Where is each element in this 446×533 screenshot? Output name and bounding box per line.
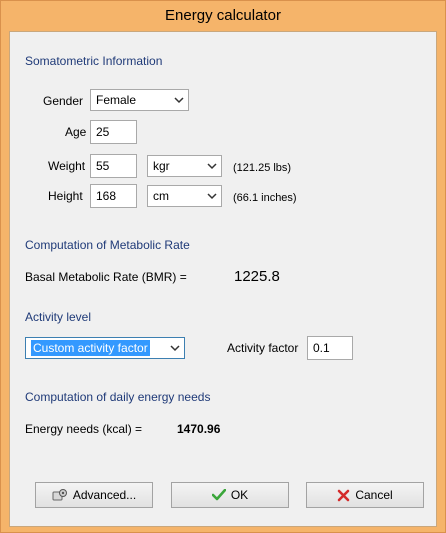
energy-needs-label: Energy needs (kcal) = bbox=[25, 422, 143, 436]
age-input[interactable]: 25 bbox=[90, 120, 137, 144]
somatometric-heading: Somatometric Information bbox=[25, 54, 163, 68]
dialog-content: Somatometric Information Gender Female A… bbox=[9, 31, 437, 527]
energy-calculator-window: Energy calculator Somatometric Informati… bbox=[0, 0, 446, 533]
chevron-down-icon bbox=[174, 97, 184, 104]
gender-select[interactable]: Female bbox=[90, 89, 189, 111]
ok-button[interactable]: OK bbox=[171, 482, 289, 508]
weight-unit-value: kgr bbox=[153, 159, 170, 173]
weight-label: Weight bbox=[48, 159, 86, 173]
cancel-button[interactable]: Cancel bbox=[306, 482, 424, 508]
gender-value: Female bbox=[96, 93, 137, 107]
weight-converted: (121.25 lbs) bbox=[233, 162, 292, 174]
green-checkmark-icon bbox=[211, 489, 226, 501]
advanced-button[interactable]: Advanced... bbox=[35, 482, 153, 508]
activity-level-value: Custom activity factor bbox=[31, 340, 150, 356]
weight-input[interactable]: 55 bbox=[90, 154, 137, 178]
age-label: Age bbox=[65, 125, 87, 139]
height-input[interactable]: 168 bbox=[90, 184, 137, 208]
ok-button-label: OK bbox=[230, 488, 249, 502]
height-unit-value: cm bbox=[153, 189, 169, 203]
chevron-down-icon bbox=[170, 345, 180, 352]
chevron-down-icon bbox=[207, 163, 217, 170]
height-label: Height bbox=[48, 189, 83, 203]
red-x-icon bbox=[338, 489, 350, 501]
height-converted: (66.1 inches) bbox=[233, 192, 297, 204]
weight-unit-select[interactable]: kgr bbox=[147, 155, 222, 177]
gender-label: Gender bbox=[43, 94, 84, 108]
cancel-button-label: Cancel bbox=[355, 488, 393, 502]
energy-heading: Computation of daily energy needs bbox=[25, 390, 211, 404]
settings-gear-icon bbox=[52, 489, 67, 501]
bmr-value: 1225.8 bbox=[234, 268, 280, 285]
chevron-down-icon bbox=[207, 193, 217, 200]
activity-heading: Activity level bbox=[25, 310, 92, 324]
advanced-button-label: Advanced... bbox=[72, 488, 137, 502]
activity-factor-input[interactable]: 0.1 bbox=[307, 336, 353, 360]
activity-level-select[interactable]: Custom activity factor bbox=[25, 337, 185, 359]
height-unit-select[interactable]: cm bbox=[147, 185, 222, 207]
bmr-label: Basal Metabolic Rate (BMR) = bbox=[25, 270, 187, 284]
metabolic-heading: Computation of Metabolic Rate bbox=[25, 238, 190, 252]
energy-needs-value: 1470.96 bbox=[177, 422, 221, 436]
activity-factor-label: Activity factor bbox=[227, 341, 299, 355]
window-title: Energy calculator bbox=[165, 7, 281, 24]
